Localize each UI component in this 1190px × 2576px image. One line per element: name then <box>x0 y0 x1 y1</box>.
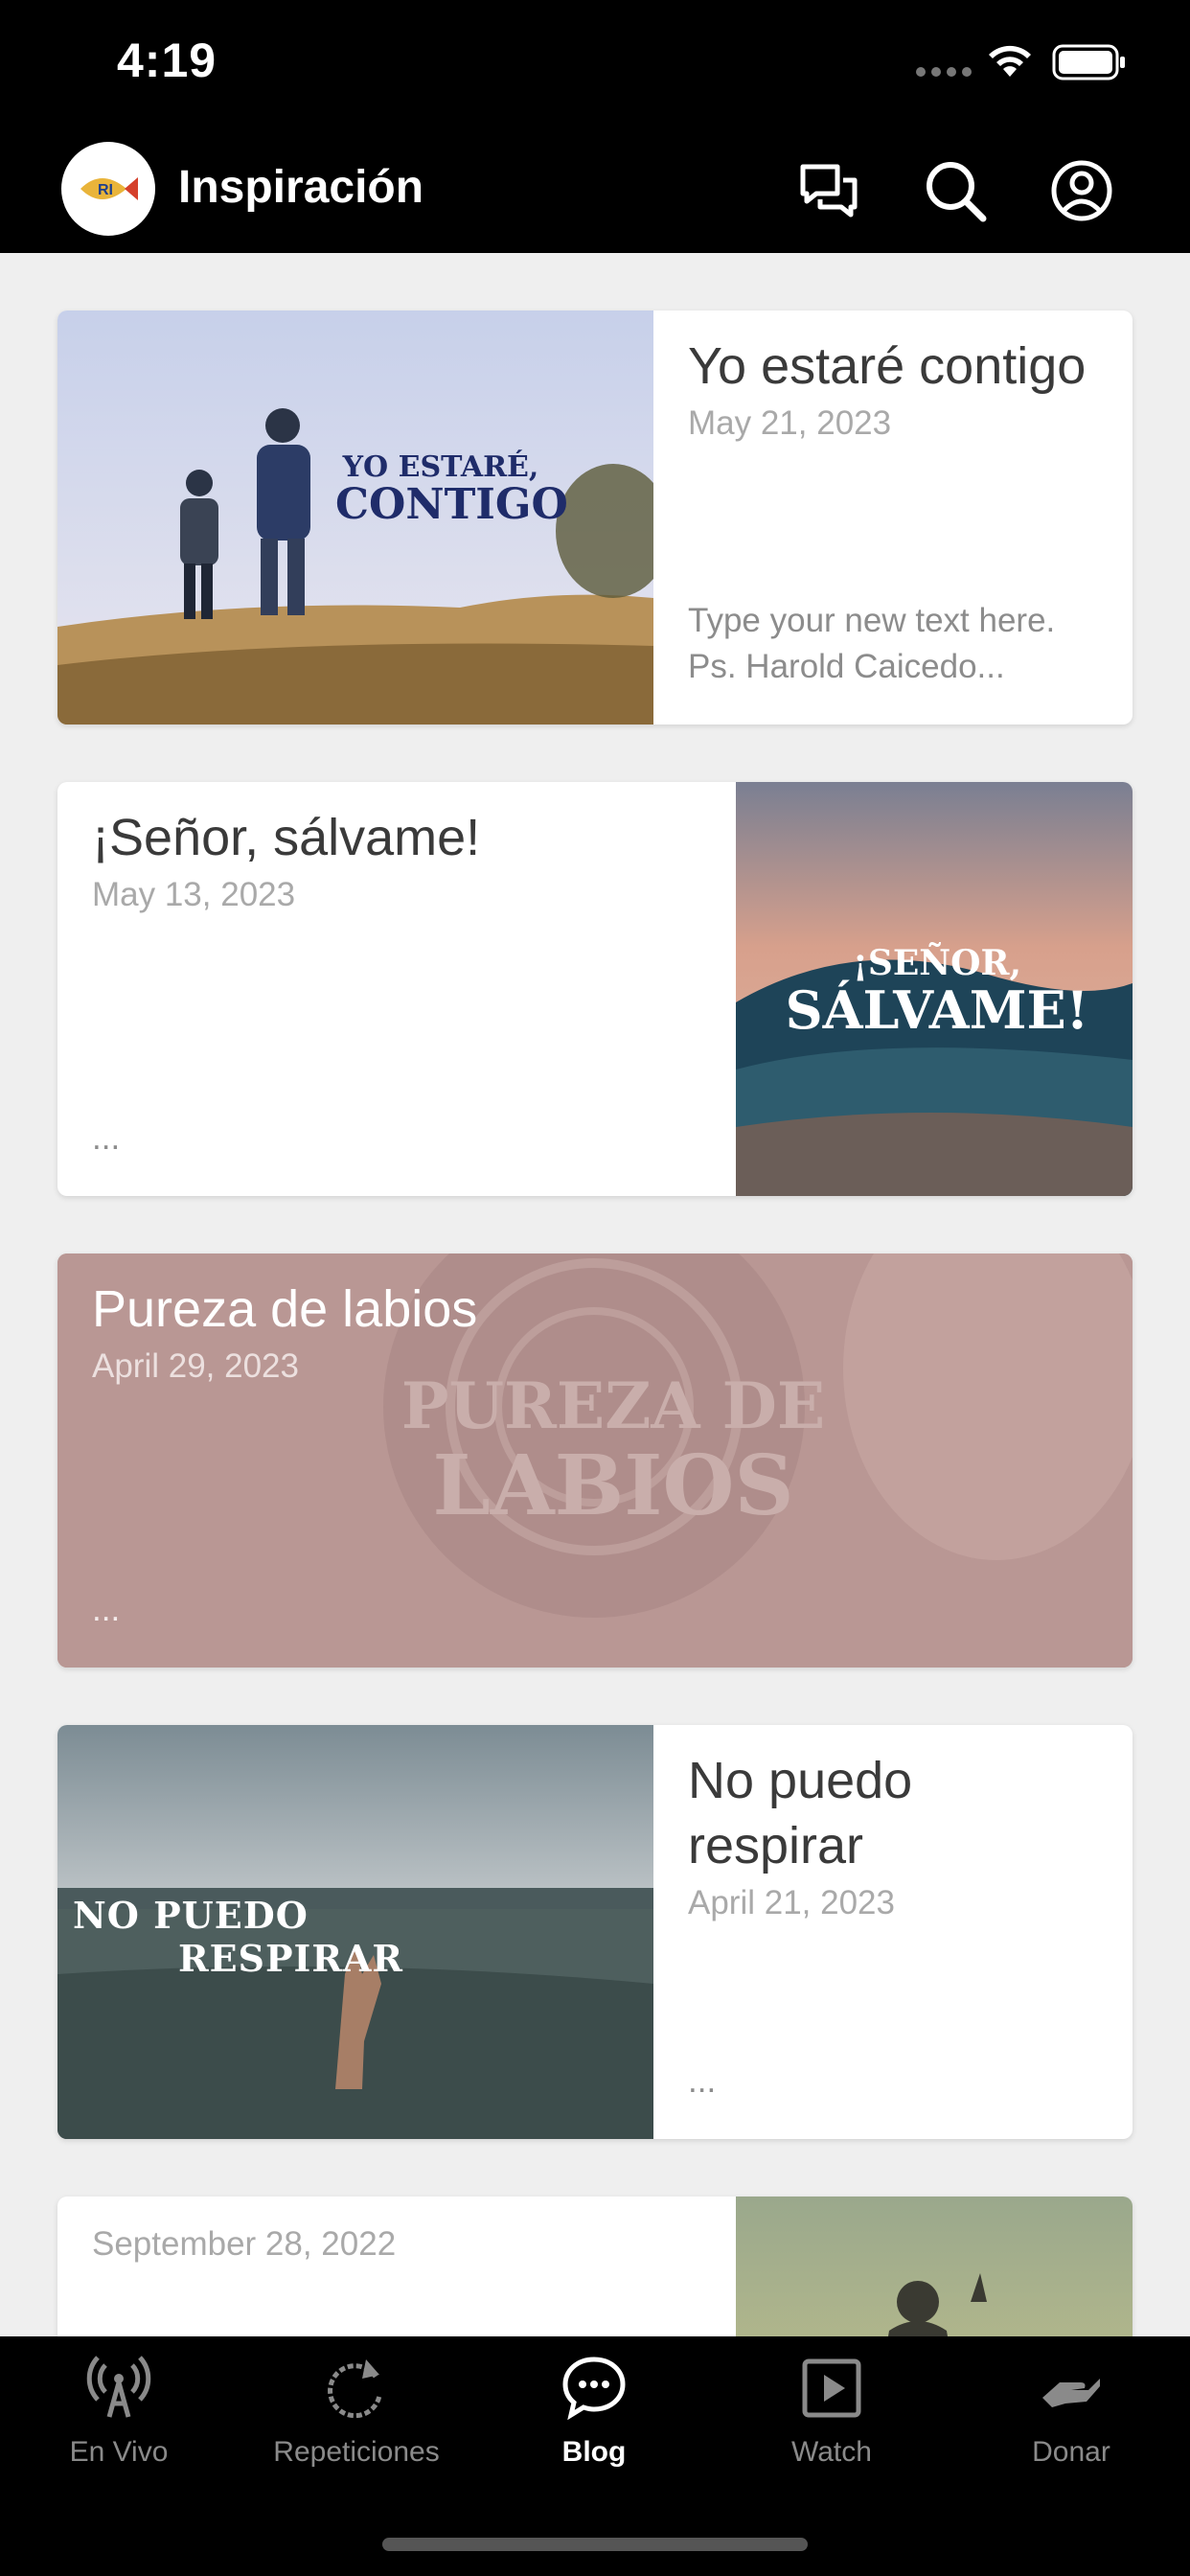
image-text: SÁLVAME! <box>785 979 1089 1041</box>
post-image: ¡SEÑOR, SÁLVAME! <box>736 782 1133 1196</box>
post-text: September 28, 2022 <box>57 2196 736 2336</box>
play-square-icon <box>802 2358 861 2418</box>
image-text: NO PUEDO <box>73 1894 309 1937</box>
app-logo[interactable]: RI <box>61 142 155 236</box>
post-date: May 13, 2023 <box>92 876 296 913</box>
image-text: RESPIRAR <box>178 1937 403 1980</box>
post-image: NO PUEDO RESPIRAR <box>57 1725 653 2139</box>
page-title: Inspiración <box>178 162 424 213</box>
tab-label: Donar <box>1032 2436 1110 2468</box>
chat-bubble-icon <box>562 2357 626 2421</box>
post-text: Pureza de labios April 29, 2023 ... <box>57 1254 1133 1668</box>
post-text: Yo estaré contigo May 21, 2023 Type your… <box>653 310 1133 724</box>
post-date: April 21, 2023 <box>688 1884 895 1921</box>
post-title: No puedo respirar <box>688 1752 913 1874</box>
tab-en-vivo[interactable]: En Vivo <box>0 2354 238 2497</box>
tab-label: Blog <box>561 2436 627 2468</box>
home-indicator <box>382 2538 808 2551</box>
hand-give-icon <box>1042 2379 1100 2407</box>
tab-label: Repeticiones <box>273 2436 440 2468</box>
search-icon <box>927 162 987 222</box>
tab-blog[interactable]: Blog <box>475 2354 713 2497</box>
tab-donar[interactable]: Donar <box>952 2354 1190 2497</box>
screen: 4:19 RI Inspiración YO ESTARÉ, CONTIGO Y… <box>0 0 1190 2576</box>
tab-repeticiones[interactable]: Repeticiones <box>238 2354 475 2497</box>
post-text: No puedo respirar April 21, 2023 ... <box>653 1725 1133 2139</box>
image-text: YO ESTARÉ, <box>342 450 539 484</box>
profile-button[interactable] <box>1048 157 1115 224</box>
post-title: ¡Señor, sálvame! <box>92 809 481 866</box>
post-title: Pureza de labios <box>92 1280 478 1338</box>
tab-watch[interactable]: Watch <box>713 2354 950 2497</box>
post-date: September 28, 2022 <box>92 2225 397 2263</box>
tab-label: En Vivo <box>69 2436 169 2468</box>
cellular-signal-icon <box>916 67 972 77</box>
fish-logo-icon: RI <box>80 177 138 200</box>
wifi-icon <box>989 45 1031 77</box>
post-title: Yo estaré contigo <box>688 337 1087 395</box>
image-text: ¡SEÑOR, <box>853 943 1021 983</box>
messages-button[interactable] <box>795 157 862 224</box>
app-header: RI Inspiración <box>0 134 1190 253</box>
post-excerpt: ... <box>688 2062 717 2100</box>
post-text: ¡Señor, sálvame! May 13, 2023 ... <box>57 782 736 1196</box>
user-circle-icon <box>1051 160 1112 221</box>
blog-feed[interactable]: YO ESTARÉ, CONTIGO Yo estaré contigo May… <box>0 253 1190 2336</box>
post-excerpt: ... <box>92 1119 121 1157</box>
post-image <box>736 2196 1133 2336</box>
post-image: YO ESTARÉ, CONTIGO <box>57 310 653 724</box>
status-bar: 4:19 <box>0 0 1190 134</box>
tab-label: Watch <box>791 2436 872 2468</box>
chat-bubbles-icon <box>800 164 858 218</box>
post-excerpt: Type your new text here. Ps. Harold Caic… <box>688 602 1056 685</box>
refresh-icon <box>328 2359 382 2419</box>
blog-post-card[interactable]: YO ESTARÉ, CONTIGO Yo estaré contigo May… <box>57 310 1133 724</box>
antenna-icon <box>86 2356 151 2418</box>
post-date: April 29, 2023 <box>92 1347 299 1385</box>
post-date: May 21, 2023 <box>688 404 892 442</box>
blog-post-card[interactable]: NO PUEDO RESPIRAR No puedo respirar Apri… <box>57 1725 1133 2139</box>
blog-post-card[interactable]: PUREZA DE LABIOS Pureza de labios April … <box>57 1254 1133 1668</box>
battery-icon <box>1052 44 1125 80</box>
blog-post-card[interactable]: ¡Señor, sálvame! May 13, 2023 ... ¡SEÑOR… <box>57 782 1133 1196</box>
status-time: 4:19 <box>117 34 217 87</box>
blog-post-card[interactable]: September 28, 2022 <box>57 2196 1133 2336</box>
search-button[interactable] <box>922 157 989 224</box>
image-text: CONTIGO <box>335 480 568 529</box>
post-excerpt: ... <box>92 1591 121 1628</box>
svg-text:RI: RI <box>98 182 113 198</box>
